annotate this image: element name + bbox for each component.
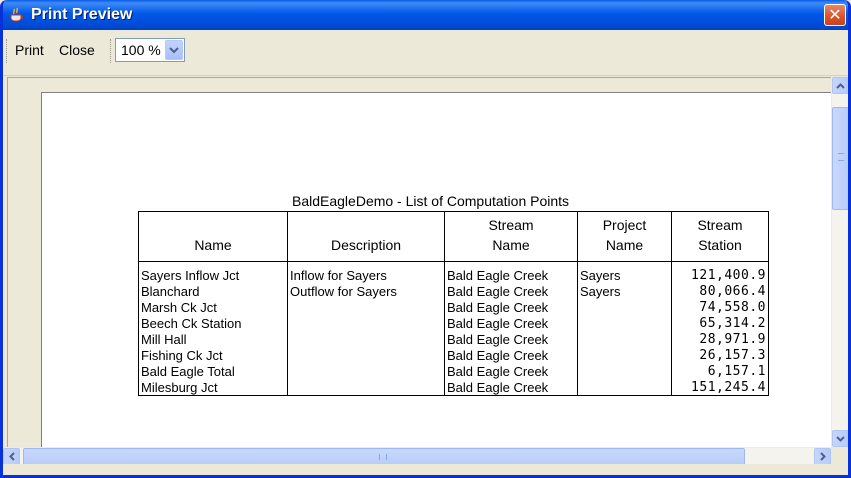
window-close-button[interactable]: ✕ [824,4,846,26]
table-row: Marsh Ck Jct Bald Eagle Creek 74,558.0 [138,299,769,316]
cell-stream: Bald Eagle Creek [444,299,578,316]
cell-description [287,315,445,332]
scrollbar-corner [831,447,848,464]
toolbar: Print Close 100 % [3,30,848,76]
cell-station: 121,400.9 [671,261,769,284]
status-bar [3,464,848,475]
cell-project [577,315,672,332]
chevron-left-icon [8,452,15,461]
table-header-row: Name Description Stream Name Project Name … [138,211,769,262]
cell-stream: Bald Eagle Creek [444,347,578,364]
cell-stream: Bald Eagle Creek [444,379,578,396]
chevron-up-icon [836,82,845,89]
java-coffee-cup-icon [10,7,23,22]
cell-stream: Bald Eagle Creek [444,331,578,348]
cell-description [287,331,445,348]
chevron-down-icon[interactable] [165,40,183,60]
table-row: Mill Hall Bald Eagle Creek 28,971.9 [138,331,769,348]
cell-stream: Bald Eagle Creek [444,261,578,284]
cell-project [577,331,672,348]
cell-stream: Bald Eagle Creek [444,283,578,300]
cell-name: Marsh Ck Jct [138,299,288,316]
table-row: Bald Eagle Total Bald Eagle Creek 6,157.… [138,363,769,380]
table-row: Sayers Inflow Jct Inflow for Sayers Bald… [138,261,769,284]
table-row: Milesburg Jct Bald Eagle Creek 151,245.4 [138,379,769,396]
cell-name: Fishing Ck Jct [138,347,288,364]
cell-name: Bald Eagle Total [138,363,288,380]
vertical-scroll-thumb[interactable] [832,107,848,210]
cell-station: 65,314.2 [671,315,769,332]
cell-stream: Bald Eagle Creek [444,363,578,380]
cell-name: Sayers Inflow Jct [138,261,288,284]
cell-project [577,347,672,364]
title-bar[interactable]: Print Preview ✕ [3,0,848,30]
cell-description: Outflow for Sayers [287,283,445,300]
cell-description [287,379,445,396]
table-row: Blanchard Outflow for Sayers Bald Eagle … [138,283,769,300]
cell-station: 28,971.9 [671,331,769,348]
column-header: Project Name [577,211,672,262]
cell-project [577,379,672,396]
column-header: Stream Name [444,211,578,262]
zoom-value: 100 % [121,42,161,58]
chevron-down-icon [836,435,845,442]
scroll-up-button[interactable] [832,77,848,94]
column-header: Name [138,211,288,262]
cell-name: Milesburg Jct [138,379,288,396]
cell-name: Blanchard [138,283,288,300]
cell-description: Inflow for Sayers [287,261,445,284]
chevron-right-icon [819,452,826,461]
cell-description [287,363,445,380]
cell-station: 151,245.4 [671,379,769,396]
scroll-down-button[interactable] [832,430,848,447]
computation-points-table: Name Description Stream Name Project Name … [138,211,769,396]
horizontal-scrollbar[interactable] [3,447,831,465]
scroll-left-button[interactable] [3,448,20,465]
table-row: Fishing Ck Jct Bald Eagle Creek 26,157.3 [138,347,769,364]
report-title: BaldEagleDemo - List of Computation Poin… [292,193,570,209]
cell-project [577,299,672,316]
column-header: Description [287,211,445,262]
close-icon: ✕ [828,5,842,24]
toolbar-grip[interactable] [6,39,9,63]
cell-project: Sayers [577,283,672,300]
zoom-select[interactable]: 100 % [115,38,185,62]
preview-page: BaldEagleDemo - List of Computation Poin… [41,92,831,447]
horizontal-scroll-thumb[interactable] [23,448,745,465]
print-button[interactable]: Print [15,39,44,61]
cell-station: 80,066.4 [671,283,769,300]
column-header: Stream Station [671,211,769,262]
window-title: Print Preview [31,6,133,23]
cell-name: Mill Hall [138,331,288,348]
grip-icon [838,153,844,161]
cell-station: 26,157.3 [671,347,769,364]
cell-project: Sayers [577,261,672,284]
table-row: Beech Ck Station Bald Eagle Creek 65,314… [138,315,769,332]
cell-station: 74,558.0 [671,299,769,316]
print-preview-window: Print Preview ✕ Print Close 100 % BaldEa… [0,0,851,478]
close-button[interactable]: Close [59,39,95,61]
cell-name: Beech Ck Station [138,315,288,332]
cell-description [287,347,445,364]
cell-project [577,363,672,380]
cell-stream: Bald Eagle Creek [444,315,578,332]
preview-viewport[interactable]: BaldEagleDemo - List of Computation Poin… [7,77,831,447]
cell-station: 6,157.1 [671,363,769,380]
vertical-scrollbar[interactable] [831,77,848,447]
cell-description [287,299,445,316]
scroll-right-button[interactable] [814,448,831,465]
toolbar-separator [110,39,111,63]
grip-icon [379,454,387,460]
